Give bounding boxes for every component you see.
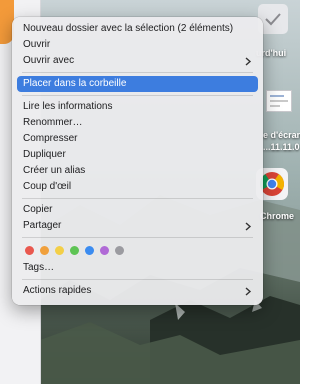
menu-item-label: Copier	[23, 204, 53, 215]
desktop-item-label[interactable]: e d'écran	[263, 130, 300, 140]
tag-dot-purple[interactable]	[100, 246, 109, 255]
desktop-item-label[interactable]: ...11.11.0	[263, 142, 300, 152]
menu-item-copy[interactable]: Copier	[17, 202, 258, 218]
menu-item-label: Placer dans la corbeille	[23, 78, 127, 89]
menu-item-move-to-trash[interactable]: Placer dans la corbeille	[17, 76, 258, 92]
menu-separator	[22, 72, 253, 73]
tag-dot-red[interactable]	[25, 246, 34, 255]
menu-separator	[22, 279, 253, 280]
desktop-item-label[interactable]: Chrome	[260, 211, 294, 221]
menu-item-label: Lire les informations	[23, 101, 113, 112]
menu-item-quick-look[interactable]: Coup d'œil	[17, 179, 258, 195]
menu-item-share[interactable]: Partager	[17, 218, 258, 234]
tag-dot-blue[interactable]	[85, 246, 94, 255]
chevron-right-icon	[245, 222, 252, 231]
tag-dot-gray[interactable]	[115, 246, 124, 255]
tag-dot-green[interactable]	[70, 246, 79, 255]
menu-item-label: Nouveau dossier avec la sélection (2 élé…	[23, 23, 234, 34]
menu-separator	[22, 237, 253, 238]
menu-item-label: Partager	[23, 220, 62, 231]
menu-item-rename[interactable]: Renommer…	[17, 115, 258, 131]
chevron-right-icon	[245, 57, 252, 66]
checkmark-icon	[265, 13, 281, 26]
menu-separator	[22, 198, 253, 199]
screenshot-thumbnail[interactable]	[266, 90, 292, 112]
menu-item-compress[interactable]: Compresser	[17, 131, 258, 147]
menu-item-make-alias[interactable]: Créer un alias	[17, 163, 258, 179]
tag-dot-yellow[interactable]	[55, 246, 64, 255]
tag-colors-row	[17, 241, 258, 257]
tag-dot-orange[interactable]	[40, 246, 49, 255]
menu-item-label: Coup d'œil	[23, 181, 72, 192]
menu-item-label: Compresser	[23, 133, 78, 144]
menu-item-label: Dupliquer	[23, 149, 66, 160]
menu-item-duplicate[interactable]: Dupliquer	[17, 147, 258, 163]
menu-item-label: Ouvrir avec	[23, 55, 75, 66]
menu-item-label: Actions rapides	[23, 285, 92, 296]
menu-separator	[22, 95, 253, 96]
menu-item-open[interactable]: Ouvrir	[17, 37, 258, 53]
menu-item-label: Tags…	[23, 262, 55, 273]
menu-item-get-info[interactable]: Lire les informations	[17, 99, 258, 115]
screen: urd'hui e d'écran ...11.11.0 Chrome Nouv…	[0, 0, 300, 384]
menu-item-open-with[interactable]: Ouvrir avec	[17, 53, 258, 69]
menu-item-label: Créer un alias	[23, 165, 86, 176]
menu-item-label: Renommer…	[23, 117, 83, 128]
menu-item-new-folder-with-selection[interactable]: Nouveau dossier avec la sélection (2 élé…	[17, 21, 258, 37]
menu-item-tags[interactable]: Tags…	[17, 260, 258, 276]
chevron-right-icon	[245, 287, 252, 296]
context-menu: Nouveau dossier avec la sélection (2 élé…	[12, 17, 263, 305]
menu-item-label: Ouvrir	[23, 39, 51, 50]
menu-item-quick-actions[interactable]: Actions rapides	[17, 283, 258, 299]
